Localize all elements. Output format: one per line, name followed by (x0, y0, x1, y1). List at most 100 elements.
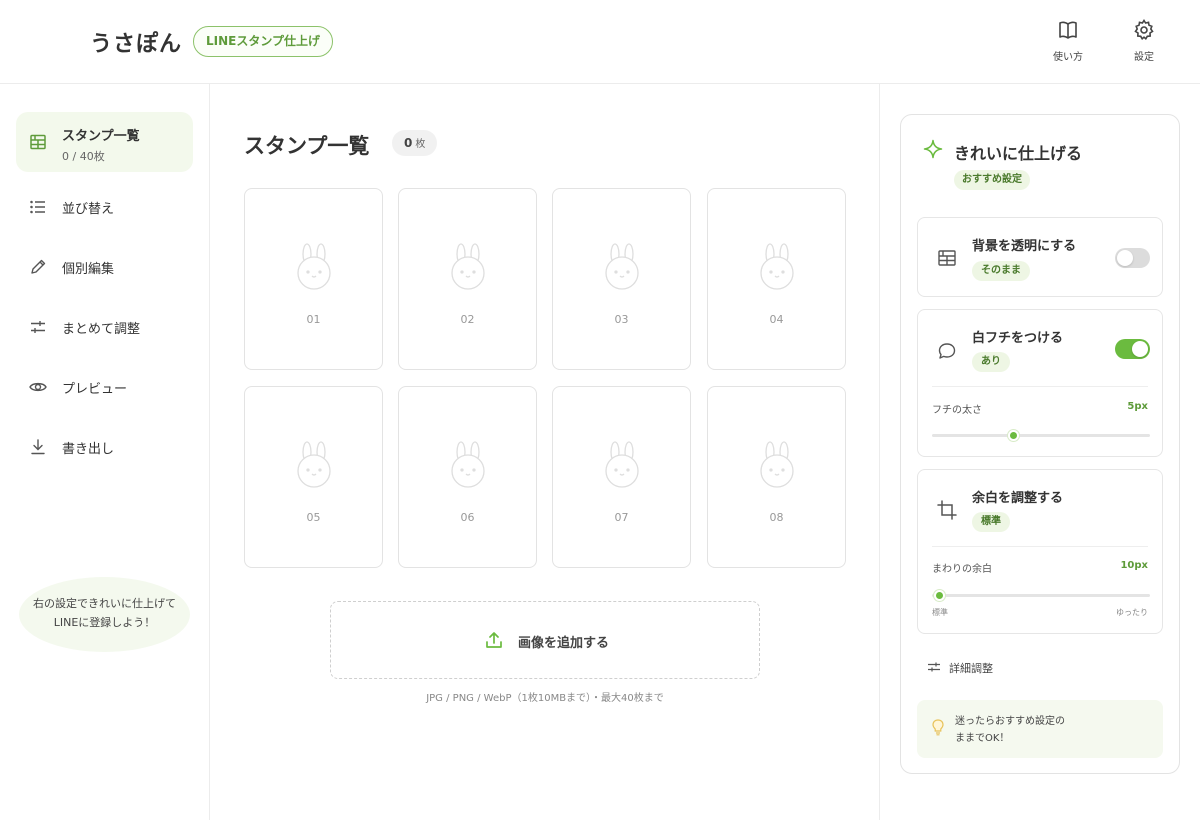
sidebar-item-export[interactable]: 書き出し (16, 417, 193, 477)
bunny-placeholder-icon (451, 441, 485, 488)
sidebar-item-label: まとめて調整 (62, 322, 141, 337)
book-icon (1059, 21, 1077, 39)
help-button[interactable]: 使い方 (1038, 18, 1098, 68)
slot-number: 04 (769, 313, 784, 326)
sidebar-item-label: 並び替え (62, 202, 115, 217)
upload-note: JPG / PNG / WebP（1枚10MBまで）・最大40枚まで (426, 693, 664, 704)
bunny-placeholder-icon (605, 441, 639, 488)
sticker-slot[interactable]: 01 (244, 188, 383, 370)
list-icon (30, 200, 45, 214)
sidebar-item-label: 個別編集 (62, 262, 115, 277)
hint-text: 迷ったらおすすめ設定の ままでOK！ (955, 713, 1065, 747)
help-label: 使い方 (1053, 52, 1083, 63)
slider-label: フチの太さ (932, 405, 982, 416)
slot-number: 08 (769, 511, 784, 524)
sticker-count: 0 / 40枚 (62, 150, 105, 163)
bunny-placeholder-icon (760, 243, 794, 290)
grid-icon (30, 134, 46, 150)
app-header: うさぽん LINEスタンプ仕上げ 使い方 設定 (0, 0, 1200, 84)
eye-icon (29, 382, 47, 392)
sticker-slot[interactable]: 03 (552, 188, 691, 370)
slider-value: 10px (1120, 560, 1148, 571)
margin-slider[interactable] (932, 590, 1150, 601)
sidebar-item-edit[interactable]: 個別編集 (16, 237, 193, 297)
sidebar-item-label: 書き出し (62, 442, 115, 457)
sidebar: スタンプ一覧 0 / 40枚 並び替え 個別編集 まとめて調整 プレビュー 書き… (0, 84, 210, 820)
option-badge: あり (972, 352, 1010, 372)
option-transparent-bg: 背景を透明にする そのまま (917, 217, 1163, 297)
pencil-icon (31, 259, 46, 274)
lightbulb-icon (932, 719, 944, 736)
sticker-grid: 01 02 03 04 05 06 07 08 (244, 188, 846, 570)
sidebar-item-sort[interactable]: 並び替え (16, 177, 193, 237)
border-width-slider[interactable] (932, 430, 1150, 441)
divider (932, 546, 1148, 547)
panel-title: きれいに仕上げる (954, 144, 1083, 163)
upload-dropzone[interactable]: 画像を追加する (330, 601, 760, 679)
count-badge: 0枚 (392, 130, 438, 156)
slider-min-label: 標準 (932, 608, 948, 617)
sidebar-item-label: プレビュー (62, 382, 128, 397)
tip-line: 右の設定できれいに仕上げて (33, 597, 176, 610)
option-white-border: 白フチをつける あり フチの太さ 5px (917, 309, 1163, 457)
bunny-placeholder-icon (297, 441, 331, 488)
recommended-badge: おすすめ設定 (954, 170, 1030, 190)
slider-thumb[interactable] (933, 590, 945, 601)
slider-value: 5px (1127, 401, 1148, 412)
settings-button[interactable]: 設定 (1114, 18, 1174, 68)
slider-max-label: ゆったり (1116, 608, 1148, 617)
hint-line: ままでOK！ (955, 733, 1010, 744)
settings-label: 設定 (1134, 52, 1154, 63)
app-badge: LINEスタンプ仕上げ (193, 26, 333, 57)
bunny-placeholder-icon (451, 243, 485, 290)
count-unit: 枚 (415, 139, 426, 150)
download-icon (31, 439, 45, 455)
sparkle-icon (923, 139, 943, 159)
upload-label: 画像を追加する (518, 636, 610, 651)
sliders-icon (928, 662, 940, 672)
bunny-placeholder-icon (297, 243, 331, 290)
sidebar-item-preview[interactable]: プレビュー (16, 357, 193, 417)
slider-label: まわりの余白 (932, 564, 992, 575)
app-logo[interactable]: うさぽん (90, 26, 182, 58)
sticker-slot[interactable]: 04 (707, 188, 846, 370)
option-badge: 標準 (972, 512, 1010, 532)
finishing-panel: きれいに仕上げる おすすめ設定 背景を透明にする そのまま 白フチをつける あり… (900, 114, 1180, 774)
hint-box: 迷ったらおすすめ設定の ままでOK！ (917, 700, 1163, 758)
white-border-toggle[interactable] (1115, 339, 1150, 359)
sticker-slot[interactable]: 08 (707, 386, 846, 568)
sticker-slot[interactable]: 05 (244, 386, 383, 568)
sticker-slot[interactable]: 02 (398, 188, 537, 370)
option-title: 白フチをつける (972, 331, 1064, 346)
main-content: スタンプ一覧 0枚 01 02 03 04 05 06 07 08 画像を追加す… (210, 84, 880, 820)
tip-bubble: 右の設定できれいに仕上げて LINEに登録しよう！ (19, 577, 190, 652)
tip-line: LINEに登録しよう！ (53, 616, 156, 629)
slider-thumb[interactable] (1007, 430, 1019, 441)
sidebar-item-label: スタンプ一覧 (62, 129, 140, 144)
option-title: 背景を透明にする (972, 239, 1077, 254)
gear-icon (1134, 19, 1154, 41)
slot-number: 03 (614, 313, 629, 326)
slot-number: 01 (306, 313, 321, 326)
sidebar-item-stickers[interactable]: スタンプ一覧 0 / 40枚 (16, 112, 193, 172)
grid-icon (938, 250, 956, 266)
sidebar-item-batch[interactable]: まとめて調整 (16, 297, 193, 357)
option-badge: そのまま (972, 261, 1030, 281)
slot-number: 02 (460, 313, 475, 326)
divider (932, 386, 1148, 387)
slot-number: 06 (460, 511, 475, 524)
slot-number: 05 (306, 511, 321, 524)
toggle-knob (1117, 250, 1133, 266)
sticker-slot[interactable]: 06 (398, 386, 537, 568)
crop-icon (937, 500, 957, 520)
option-title: 余白を調整する (972, 491, 1064, 506)
transparent-bg-toggle[interactable] (1115, 248, 1150, 268)
toggle-knob (1132, 341, 1148, 357)
bunny-placeholder-icon (605, 243, 639, 290)
option-margin: 余白を調整する 標準 まわりの余白 10px 標準 ゆったり (917, 469, 1163, 634)
upload-icon (486, 632, 502, 648)
chat-bubble-icon (938, 343, 956, 359)
count-value: 0 (404, 136, 413, 150)
hint-line: 迷ったらおすすめ設定の (955, 716, 1065, 727)
sticker-slot[interactable]: 07 (552, 386, 691, 568)
